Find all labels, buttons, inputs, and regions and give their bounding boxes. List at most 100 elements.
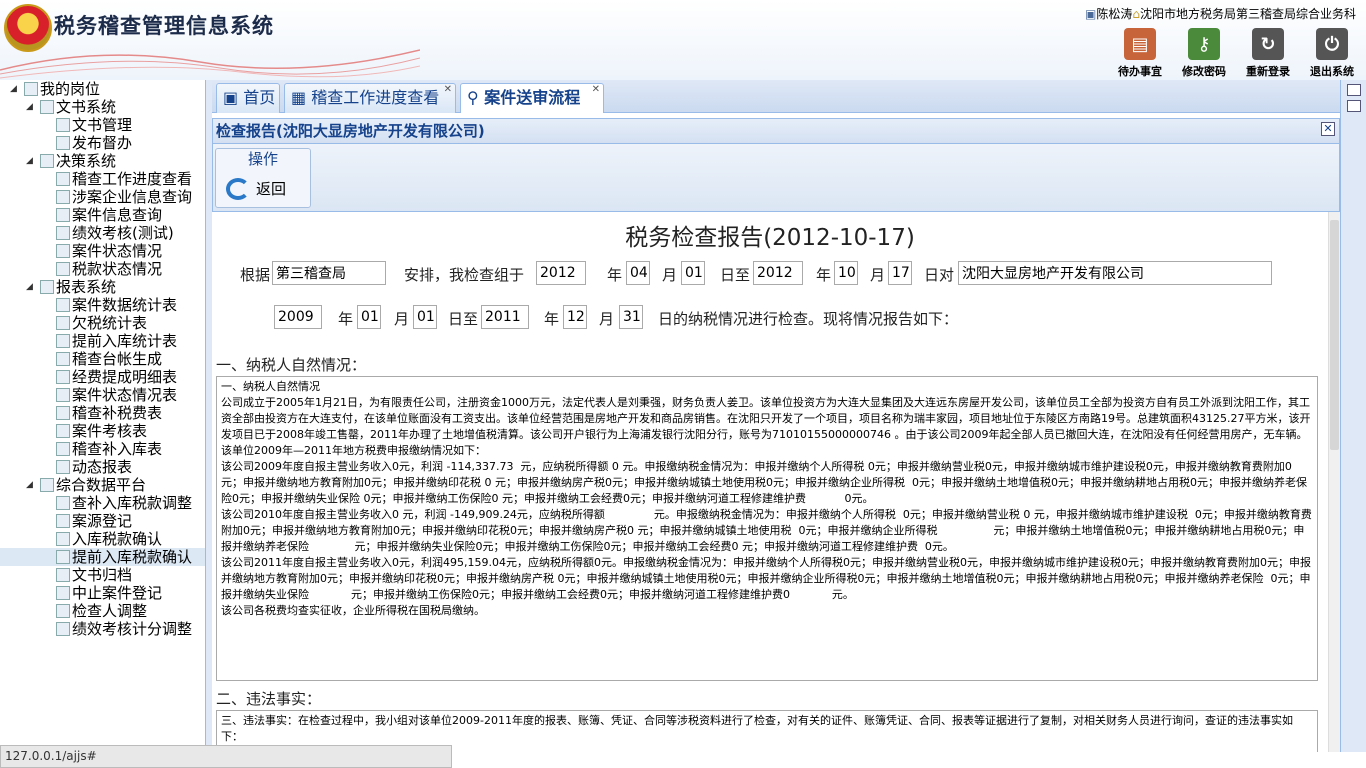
close-icon[interactable]: ✕ <box>1321 122 1335 136</box>
sidebar-item-2-1[interactable]: 欠税统计表 <box>0 314 205 332</box>
close-tab-icon[interactable]: ✕ <box>444 76 452 104</box>
sidebar-group-1[interactable]: ◢ 决策系统 <box>0 152 205 170</box>
sidebar-node-icon <box>56 226 70 240</box>
clipboard-icon: ▤ <box>1124 28 1156 60</box>
change-password-button[interactable]: ⚷ 修改密码 <box>1180 28 1228 79</box>
tree-root[interactable]: ◢ 我的岗位 <box>0 80 205 98</box>
sidebar-item-1-1[interactable]: 涉案企业信息查询 <box>0 188 205 206</box>
expand-arrow-icon[interactable]: ◢ <box>26 98 33 116</box>
sidebar-item-2-9[interactable]: 动态报表 <box>0 458 205 476</box>
sidebar-item-3-6[interactable]: 检查人调整 <box>0 602 205 620</box>
period-start-day-field[interactable] <box>413 305 437 329</box>
sidebar-node-icon <box>56 262 70 276</box>
text-arrange: 安排，我检查组于 <box>404 266 525 284</box>
tree-node-label: 案源登记 <box>72 512 133 530</box>
sidebar-item-0-1[interactable]: 发布督办 <box>0 134 205 152</box>
tab-progress[interactable]: ▦ 稽查工作进度查看 ✕ <box>284 83 456 113</box>
sidebar-item-1-2[interactable]: 案件信息查询 <box>0 206 205 224</box>
sidebar-item-1-3[interactable]: 绩效考核(测试) <box>0 224 205 242</box>
sidebar-node-icon <box>56 622 70 636</box>
tree-node-label: 文书管理 <box>72 116 133 134</box>
home-tab-icon: ▣ <box>223 88 239 107</box>
bureau-field[interactable] <box>272 261 386 285</box>
user-icon: ▣ <box>1085 7 1097 21</box>
tree-node-label: 综合数据平台 <box>56 476 147 494</box>
text-month: 月 <box>662 266 678 284</box>
tree-node-label: 案件信息查询 <box>72 206 163 224</box>
sidebar-item-3-0[interactable]: 查补入库税款调整 <box>0 494 205 512</box>
sidebar-item-1-4[interactable]: 案件状态情况 <box>0 242 205 260</box>
tree-node-label: 绩效考核(测试) <box>72 224 174 242</box>
exit-button[interactable]: ⏻ 退出系统 <box>1308 28 1356 79</box>
app-header: 税务稽查管理信息系统 ▣陈松涛⌂沈阳市地方税务局第三稽查局综合业务科 ▤ 待办事宜… <box>0 0 1366 80</box>
relogin-icon: ↻ <box>1252 28 1284 60</box>
sidebar-item-2-2[interactable]: 提前入库统计表 <box>0 332 205 350</box>
sidebar-item-1-0[interactable]: 稽查工作进度查看 <box>0 170 205 188</box>
period-start-year-field[interactable] <box>274 305 322 329</box>
panel-title: 检查报告(沈阳大显房地产开发有限公司) <box>216 122 485 140</box>
start-day-field[interactable] <box>681 261 705 285</box>
sidebar-item-3-5[interactable]: 中止案件登记 <box>0 584 205 602</box>
period-start-month-field[interactable] <box>357 305 381 329</box>
tree-node-label: 提前入库统计表 <box>72 332 178 350</box>
text-dayto: 日至 <box>448 310 479 328</box>
sidebar-item-3-2[interactable]: 入库税款确认 <box>0 530 205 548</box>
sidebar-item-1-5[interactable]: 税款状态情况 <box>0 260 205 278</box>
end-month-field[interactable] <box>834 261 858 285</box>
sidebar-item-3-3[interactable]: 提前入库税款确认 <box>0 548 205 566</box>
sidebar-item-3-4[interactable]: 文书归档 <box>0 566 205 584</box>
sidebar-item-2-7[interactable]: 案件考核表 <box>0 422 205 440</box>
company-field[interactable] <box>958 261 1272 285</box>
dock-toggle-icon[interactable] <box>1346 84 1361 96</box>
right-dock-strip <box>1340 80 1366 752</box>
end-year-field[interactable] <box>753 261 803 285</box>
text-year: 年 <box>816 266 832 284</box>
period-end-day-field[interactable] <box>619 305 643 329</box>
period-end-month-field[interactable] <box>563 305 587 329</box>
scrollbar-thumb[interactable] <box>1330 220 1339 450</box>
back-button[interactable]: 返回 <box>220 175 306 203</box>
sidebar-item-2-3[interactable]: 稽查台帐生成 <box>0 350 205 368</box>
end-day-field[interactable] <box>888 261 912 285</box>
sidebar-item-3-1[interactable]: 案源登记 <box>0 512 205 530</box>
sidebar-node-icon <box>56 172 70 186</box>
back-arrow-icon <box>226 178 250 200</box>
tree-node-label: 文书系统 <box>56 98 117 116</box>
period-end-year-field[interactable] <box>481 305 529 329</box>
sidebar-item-2-5[interactable]: 案件状态情况表 <box>0 386 205 404</box>
tree-node-label: 入库税款确认 <box>72 530 163 548</box>
tab-home[interactable]: ▣ 首页 <box>216 83 280 113</box>
expand-arrow-icon[interactable]: ◢ <box>26 152 33 170</box>
close-tab-icon[interactable]: ✕ <box>592 76 600 104</box>
sidebar-item-2-4[interactable]: 经费提成明细表 <box>0 368 205 386</box>
expand-arrow-icon[interactable]: ◢ <box>26 278 33 296</box>
power-icon: ⏻ <box>1316 28 1348 60</box>
todo-button[interactable]: ▤ 待办事宜 <box>1116 28 1164 79</box>
sidebar-item-0-0[interactable]: 文书管理 <box>0 116 205 134</box>
sidebar-item-2-0[interactable]: 案件数据统计表 <box>0 296 205 314</box>
operation-group-title: 操作 <box>247 150 278 168</box>
start-month-field[interactable] <box>626 261 650 285</box>
report-title: 税务检查报告(2012-10-17) <box>625 225 915 251</box>
tree-node-label: 稽查台帐生成 <box>72 350 163 368</box>
search-icon: ⚲ <box>467 88 479 107</box>
sidebar-item-3-7[interactable]: 绩效考核计分调整 <box>0 620 205 638</box>
dock-collapse-icon[interactable] <box>1346 100 1361 112</box>
sidebar-item-2-8[interactable]: 稽查补入库表 <box>0 440 205 458</box>
taxpayer-info-textarea[interactable]: 一、纳税人自然情况 公司成立于2005年1月21日，为有限责任公司，注册资金10… <box>216 376 1318 681</box>
tree-node-label: 决策系统 <box>56 152 117 170</box>
tree-node-label: 文书归档 <box>72 566 133 584</box>
expand-arrow-icon[interactable]: ◢ <box>26 476 33 494</box>
sidebar-item-2-6[interactable]: 稽查补税费表 <box>0 404 205 422</box>
sidebar-group-0[interactable]: ◢ 文书系统 <box>0 98 205 116</box>
tree-node-icon <box>24 82 38 96</box>
sidebar-group-3[interactable]: ◢ 综合数据平台 <box>0 476 205 494</box>
sidebar-group-2[interactable]: ◢ 报表系统 <box>0 278 205 296</box>
start-year-field[interactable] <box>536 261 586 285</box>
panel-header: 检查报告(沈阳大显房地产开发有限公司) ✕ <box>212 118 1340 144</box>
tab-case-review[interactable]: ⚲ 案件送审流程 ✕ <box>460 83 604 113</box>
sidebar-node-icon <box>56 334 70 348</box>
expand-arrow-icon[interactable]: ◢ <box>10 80 17 98</box>
relogin-button[interactable]: ↻ 重新登录 <box>1244 28 1292 79</box>
content-scrollbar[interactable] <box>1328 212 1340 752</box>
